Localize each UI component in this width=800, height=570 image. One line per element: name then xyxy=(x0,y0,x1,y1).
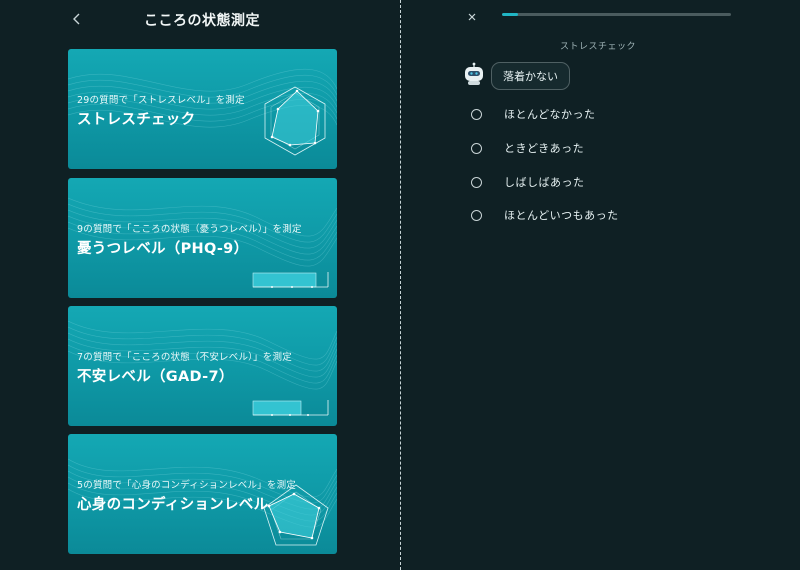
card-title: 憂うつレベル（PHQ-9） xyxy=(77,241,249,257)
radio-button[interactable] xyxy=(471,142,482,154)
progress-fill xyxy=(502,13,519,16)
section-label: ストレスチェック xyxy=(559,42,636,52)
card-subtitle: 29の質問で「ストレスレベル」を測定 xyxy=(77,95,245,106)
close-icon xyxy=(468,13,476,21)
card-subtitle: 7の質問で「こころの状態（不安レベル）」を測定 xyxy=(77,352,292,363)
progress-bar xyxy=(502,13,731,16)
answer-option-3[interactable]: しばしばあった xyxy=(468,172,668,192)
radio-button[interactable] xyxy=(471,176,482,188)
option-label: ときどきあった xyxy=(504,142,585,155)
answer-option-4[interactable]: ほとんどいつもあった xyxy=(468,205,668,225)
radio-button[interactable] xyxy=(471,108,482,120)
card-gad7[interactable]: 7の質問で「こころの状態（不安レベル）」を測定 不安レベル（GAD-7） xyxy=(68,306,337,426)
panel-divider xyxy=(400,0,401,570)
card-condition-level[interactable]: 5の質問で「心身のコンディションレベル」を測定 心身のコンディションレベル xyxy=(68,434,337,554)
test-list-panel: こころの状態測定 29の質問で「ストレスレベル」を測定 ストレスチェック 9の質… xyxy=(0,0,400,570)
card-subtitle: 9の質問で「こころの状態（憂うつレベル）」を測定 xyxy=(77,224,302,235)
option-label: しばしばあった xyxy=(504,176,585,189)
question-bubble: 落着かない xyxy=(491,62,570,90)
bar-gauge-icon xyxy=(252,400,329,416)
card-phq9[interactable]: 9の質問で「こころの状態（憂うつレベル）」を測定 憂うつレベル（PHQ-9） xyxy=(68,178,337,298)
option-label: ほとんどいつもあった xyxy=(504,209,619,222)
radio-button[interactable] xyxy=(471,209,482,221)
card-title: 不安レベル（GAD-7） xyxy=(77,369,234,385)
option-label: ほとんどなかった xyxy=(504,108,596,121)
pentagon-radar-icon xyxy=(263,484,329,546)
card-title: ストレスチェック xyxy=(77,112,196,128)
hexagon-radar-icon xyxy=(264,86,326,156)
bar-gauge-icon xyxy=(252,272,329,288)
close-button[interactable] xyxy=(462,7,482,27)
card-title: 心身のコンディションレベル xyxy=(77,497,269,513)
answer-option-1[interactable]: ほとんどなかった xyxy=(468,104,668,124)
answer-option-2[interactable]: ときどきあった xyxy=(468,138,668,158)
robot-icon xyxy=(465,62,483,85)
page-title: こころの状態測定 xyxy=(144,13,260,29)
card-stress-check[interactable]: 29の質問で「ストレスレベル」を測定 ストレスチェック xyxy=(68,49,337,169)
